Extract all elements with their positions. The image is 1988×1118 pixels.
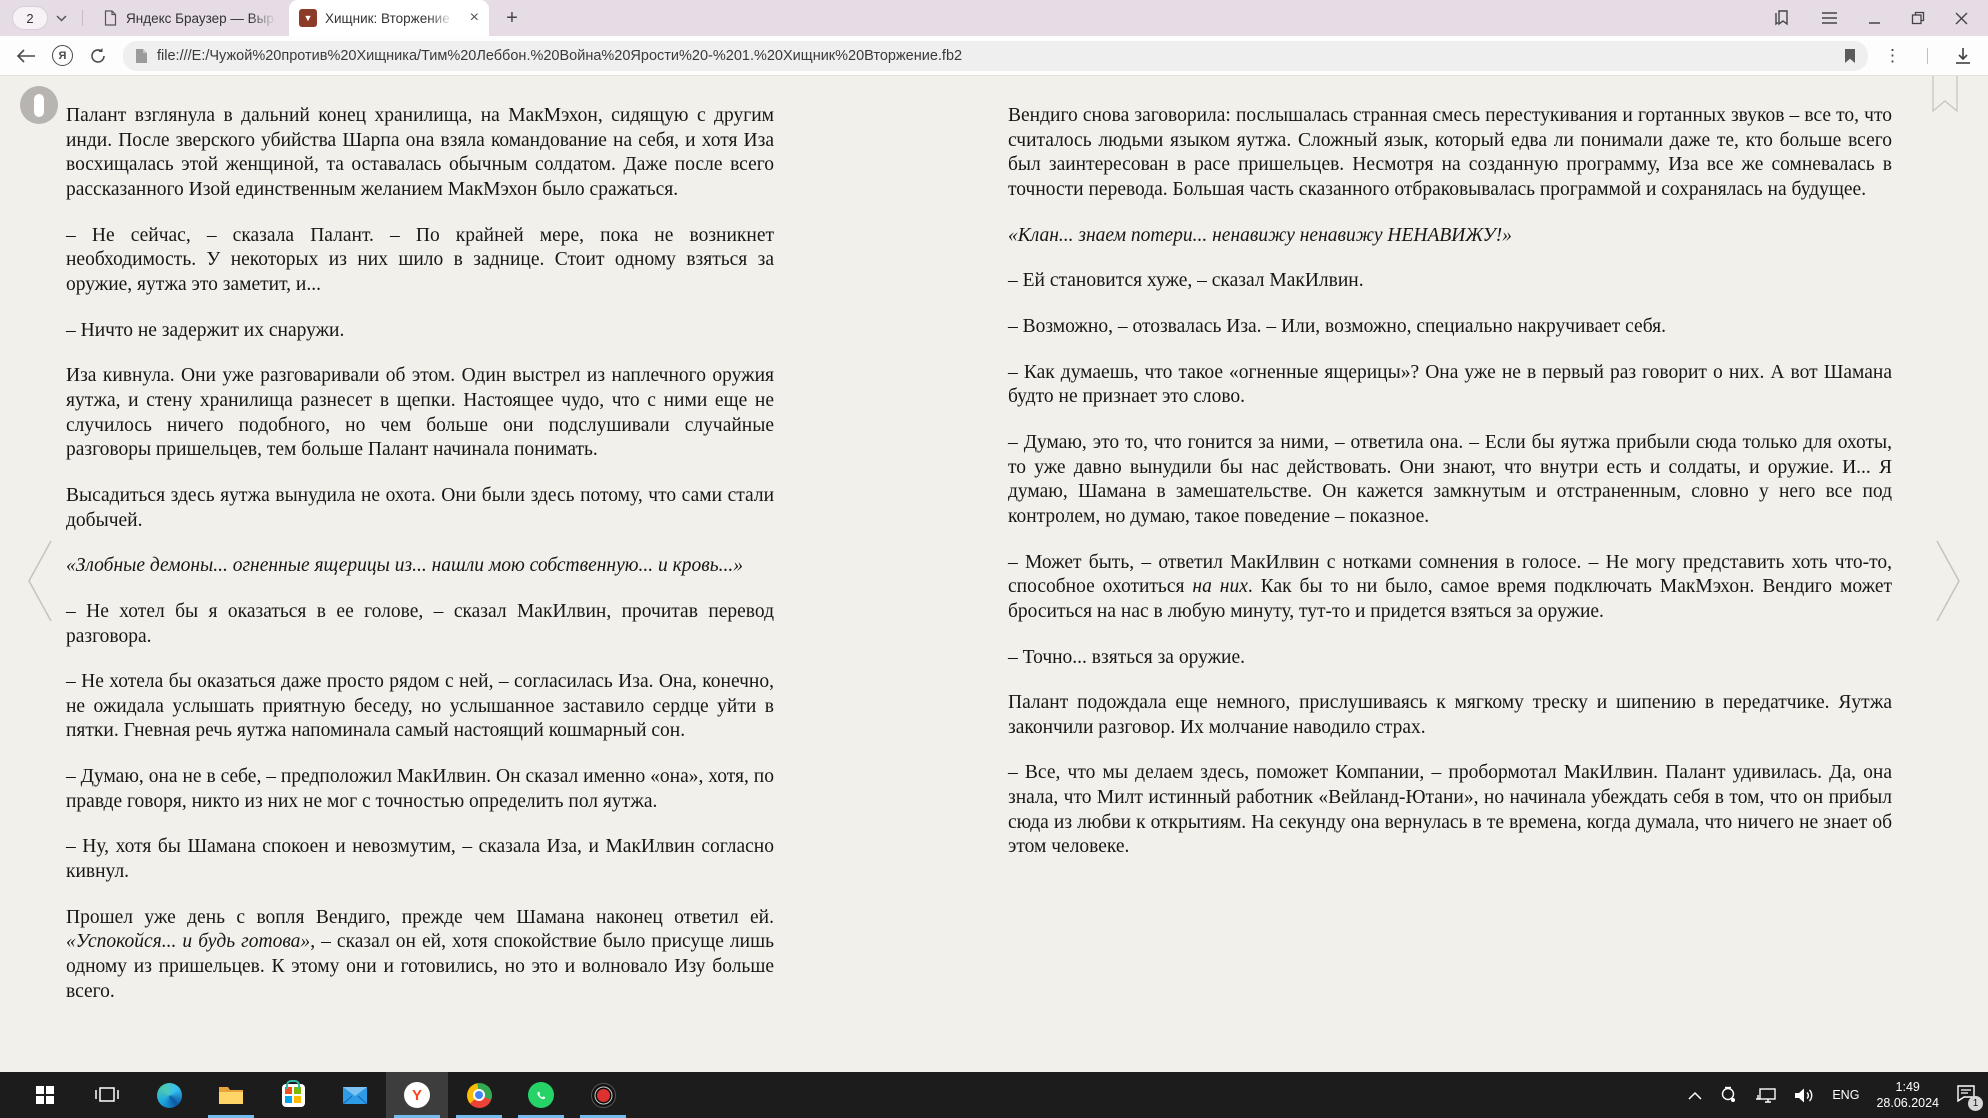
recorder-tray-icon[interactable]	[1719, 1086, 1738, 1105]
taskbar-mail[interactable]	[324, 1072, 386, 1118]
paragraph: Палант подождала еще немного, прислушива…	[1008, 691, 1892, 740]
paragraph: – Думаю, она не в себе, – предположил Ма…	[66, 765, 774, 814]
paragraph: Иза кивнула. Они уже разговаривали об эт…	[66, 364, 774, 463]
chrome-icon	[467, 1083, 492, 1108]
file-explorer-icon	[218, 1085, 244, 1106]
downloads-icon[interactable]	[1954, 47, 1972, 65]
paragraph: – Может быть, – ответил МакИлвин с нотка…	[1008, 551, 1892, 625]
paragraph: – Ничто не задержит их снаружи.	[66, 319, 774, 344]
taskbar-microsoft-store[interactable]	[262, 1072, 324, 1118]
side-panel-icon[interactable]	[1773, 9, 1791, 27]
windows-taskbar: Y	[0, 1072, 1988, 1118]
paragraph: – Ну, хотя бы Шамана спокоен и невозмути…	[66, 835, 774, 884]
task-view-button[interactable]	[76, 1072, 138, 1118]
browser-tab-bar: 2 Яндекс Браузер — Выраж ▼ Хищник: Вторж…	[0, 0, 1988, 36]
taskbar-chrome[interactable]	[448, 1072, 510, 1118]
paragraph: – Ей становится хуже, – сказал МакИлвин.	[1008, 269, 1892, 294]
menu-icon[interactable]	[1821, 11, 1838, 25]
previous-page-arrow[interactable]	[24, 538, 54, 624]
paragraph: – Возможно, – отозвалась Иза. – Или, воз…	[1008, 315, 1892, 340]
taskbar-file-explorer[interactable]	[200, 1072, 262, 1118]
restore-window-icon[interactable]	[1911, 11, 1925, 25]
book-text: Палант взглянула в дальний конец хранили…	[0, 76, 1988, 1025]
paragraph: – Как думаешь, что такое «огненные ящери…	[1008, 361, 1892, 410]
chevron-down-icon	[56, 15, 67, 22]
reader-page: Палант взглянула в дальний конец хранили…	[0, 76, 1988, 1072]
next-page-arrow[interactable]	[1934, 538, 1964, 624]
windows-logo-icon	[36, 1086, 54, 1104]
network-icon[interactable]	[1755, 1087, 1777, 1104]
file-icon	[135, 48, 148, 64]
reader-menu-button[interactable]	[20, 86, 58, 124]
taskbar-edge[interactable]	[138, 1072, 200, 1118]
new-tab-button[interactable]: +	[497, 4, 527, 32]
back-icon[interactable]	[16, 49, 36, 63]
task-view-icon	[95, 1086, 119, 1104]
text-column-right: Вендиго снова заговорила: послышалась ст…	[1008, 104, 1892, 1025]
paragraph: – Думаю, это то, что гонится за ними, – …	[1008, 431, 1892, 530]
reload-icon[interactable]	[89, 47, 107, 65]
paragraph: – Не сейчас, – сказала Палант. – По край…	[66, 224, 774, 298]
minimize-icon[interactable]	[1868, 12, 1881, 25]
action-center-button[interactable]: 1	[1956, 1084, 1976, 1107]
tab-predator-book[interactable]: ▼ Хищник: Вторжение - Т ×	[289, 0, 489, 36]
paragraph: – Точно... взяться за оружие.	[1008, 646, 1892, 671]
column-gap	[774, 104, 1008, 1025]
document-icon	[103, 10, 118, 26]
paragraph: «Клан... знаем потери... ненавижу ненави…	[1008, 224, 1892, 249]
screen-recorder-icon	[591, 1083, 616, 1108]
divider	[82, 10, 83, 26]
paragraph: Высадиться здесь яутжа вынудила не охота…	[66, 484, 774, 533]
taskbar-screen-recorder[interactable]	[572, 1072, 634, 1118]
microsoft-store-icon	[282, 1084, 305, 1107]
tab-list-dropdown-button[interactable]	[50, 6, 72, 30]
yandex-browser-icon: Y	[404, 1082, 430, 1108]
tab-title: Яндекс Браузер — Выраж	[126, 11, 276, 26]
address-bar: Я file:///E:/Чужой%20против%20Хищника/Ти…	[0, 36, 1988, 76]
paragraph: – Все, что мы делаем здесь, поможет Комп…	[1008, 761, 1892, 860]
divider	[1927, 48, 1928, 64]
start-button[interactable]	[14, 1072, 76, 1118]
close-tab-button[interactable]: ×	[470, 10, 479, 26]
paragraph: Палант взглянула в дальний конец хранили…	[66, 104, 774, 203]
paragraph: – Не хотел бы я оказаться в ее голове, –…	[66, 600, 774, 649]
more-options-icon[interactable]: ⋮	[1884, 46, 1901, 66]
paragraph: Вендиго снова заговорила: послышалась ст…	[1008, 104, 1892, 203]
taskbar-yandex-browser[interactable]: Y	[386, 1072, 448, 1118]
yandex-logo-icon[interactable]: Я	[52, 45, 73, 66]
fb2-book-icon: ▼	[299, 9, 317, 27]
mail-icon	[342, 1086, 368, 1105]
clock[interactable]: 1:49 28.06.2024	[1876, 1079, 1939, 1112]
url-field[interactable]: file:///E:/Чужой%20против%20Хищника/Тим%…	[123, 41, 1868, 71]
bookmark-ribbon-icon[interactable]	[1932, 76, 1958, 114]
tray-time: 1:49	[1876, 1079, 1939, 1095]
paragraph: Прошел уже день с вопля Вендиго, прежде …	[66, 906, 774, 1005]
notification-count-badge: 1	[1968, 1096, 1983, 1111]
close-window-icon[interactable]	[1955, 12, 1968, 25]
tray-date: 28.06.2024	[1876, 1095, 1939, 1111]
tab-yandex-start[interactable]: Яндекс Браузер — Выраж	[93, 0, 289, 36]
volume-icon[interactable]	[1794, 1087, 1815, 1104]
reader-menu-bar-icon	[34, 94, 44, 117]
tab-title: Хищник: Вторжение - Т	[325, 11, 453, 26]
paragraph: «Злобные демоны... огненные ящерицы из..…	[66, 554, 774, 579]
language-indicator[interactable]: ENG	[1832, 1088, 1859, 1102]
url-text: file:///E:/Чужой%20против%20Хищника/Тим%…	[157, 48, 1835, 64]
tab-counter-badge[interactable]: 2	[12, 6, 48, 30]
edge-icon	[157, 1083, 182, 1108]
taskbar-whatsapp[interactable]	[510, 1072, 572, 1118]
tray-expand-icon[interactable]	[1688, 1091, 1702, 1100]
text-column-left: Палант взглянула в дальний конец хранили…	[66, 104, 774, 1025]
bookmark-flag-icon[interactable]	[1844, 48, 1856, 64]
whatsapp-icon	[528, 1082, 554, 1108]
paragraph: – Не хотела бы оказаться даже просто ряд…	[66, 670, 774, 744]
